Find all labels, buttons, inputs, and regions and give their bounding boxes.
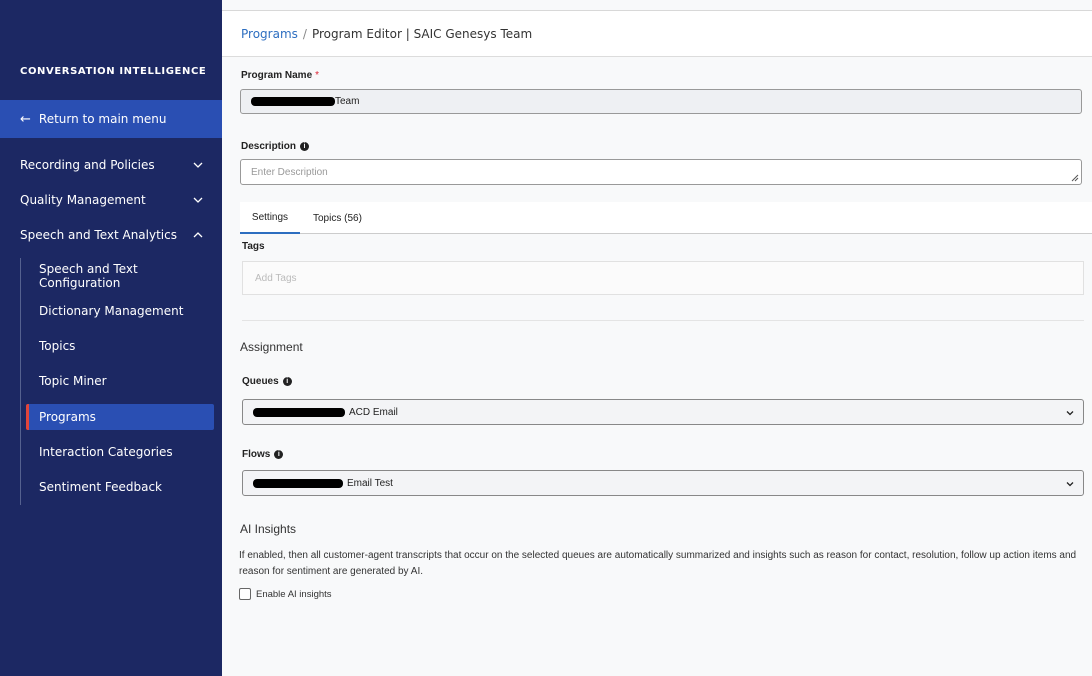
queues-label: Queues i xyxy=(242,376,292,387)
sidebar-group-label: Recording and Policies xyxy=(20,158,155,172)
description-placeholder: Enter Description xyxy=(251,167,328,178)
sidebar-group-label: Speech and Text Analytics xyxy=(20,228,177,242)
info-icon: i xyxy=(282,377,292,386)
chevron-down-icon xyxy=(193,197,203,203)
flows-value: Email Test xyxy=(347,477,393,489)
tags-label: Tags xyxy=(242,241,265,252)
flows-label: Flows i xyxy=(242,449,284,460)
sidebar-item-speech-and-text-configuration[interactable]: Speech and Text Configuration xyxy=(26,262,214,290)
tab-settings[interactable]: Settings xyxy=(240,202,300,234)
redaction-mark xyxy=(251,97,335,106)
sidebar: CONVERSATION INTELLIGENCE ← Return to ma… xyxy=(0,0,222,676)
enable-ai-insights-checkbox[interactable] xyxy=(239,588,251,600)
tab-bar: Settings Topics (56) xyxy=(240,202,1092,234)
flows-select[interactable]: Email Test xyxy=(242,470,1084,496)
program-name-label-text: Program Name xyxy=(241,70,313,81)
breadcrumb-separator: / xyxy=(302,27,307,41)
queues-value: ACD Email xyxy=(349,406,398,418)
sidebar-item-topics[interactable]: Topics xyxy=(26,333,214,359)
enable-ai-insights-row[interactable]: Enable AI insights xyxy=(239,588,332,600)
main-content: Programs / Program Editor | SAIC Genesys T… xyxy=(222,0,1092,676)
chevron-down-icon xyxy=(1066,482,1074,487)
section-divider xyxy=(242,320,1084,321)
resize-grip-icon[interactable] xyxy=(1071,174,1079,182)
description-label-text: Description xyxy=(241,141,297,152)
sidebar-item-topic-miner[interactable]: Topic Miner xyxy=(26,368,214,394)
return-to-main-menu-button[interactable]: ← Return to main menu xyxy=(0,100,222,138)
sidebar-item-interaction-categories[interactable]: Interaction Categories xyxy=(26,439,214,465)
ai-insights-heading: AI Insights xyxy=(240,522,297,536)
info-icon: i xyxy=(300,142,310,151)
tags-placeholder: Add Tags xyxy=(255,272,297,284)
tags-input[interactable]: Add Tags xyxy=(242,261,1084,295)
chevron-down-icon xyxy=(1066,411,1074,416)
sidebar-item-sentiment-feedback[interactable]: Sentiment Feedback xyxy=(26,474,214,500)
program-name-label: Program Name * xyxy=(241,70,319,81)
redaction-mark xyxy=(253,478,343,488)
breadcrumb-link-programs[interactable]: Programs xyxy=(241,27,298,41)
description-textarea[interactable]: Enter Description xyxy=(240,159,1082,185)
redaction-mark xyxy=(253,407,345,417)
breadcrumb-current: Program Editor | SAIC Genesys Team xyxy=(311,27,533,41)
chevron-down-icon xyxy=(193,162,203,168)
chevron-up-icon xyxy=(193,232,203,238)
return-label: Return to main menu xyxy=(38,112,167,126)
breadcrumb-bar: Programs / Program Editor | SAIC Genesys T… xyxy=(222,11,1092,57)
flows-label-text: Flows xyxy=(242,449,271,460)
sidebar-group-recording-and-policies[interactable]: Recording and Policies xyxy=(0,150,222,180)
queues-select[interactable]: ACD Email xyxy=(242,399,1084,425)
sidebar-group-quality-management[interactable]: Quality Management xyxy=(0,185,222,215)
arrow-left-icon: ← xyxy=(20,111,31,127)
assignment-heading: Assignment xyxy=(240,340,303,354)
queues-label-text: Queues xyxy=(242,376,279,387)
program-name-input[interactable]: Team xyxy=(240,89,1082,114)
required-marker: * xyxy=(315,70,320,81)
sidebar-heading: CONVERSATION INTELLIGENCE xyxy=(20,66,207,77)
sidebar-group-label: Quality Management xyxy=(20,193,146,207)
sidebar-group-speech-and-text-analytics[interactable]: Speech and Text Analytics xyxy=(0,220,222,250)
enable-ai-insights-label[interactable]: Enable AI insights xyxy=(256,589,332,600)
tab-topics[interactable]: Topics (56) xyxy=(313,202,365,234)
sidebar-item-programs[interactable]: Programs xyxy=(26,404,214,430)
sidebar-item-dictionary-management[interactable]: Dictionary Management xyxy=(26,298,214,324)
breadcrumb: Programs / Program Editor | SAIC Genesys T… xyxy=(241,27,532,41)
description-label: Description i xyxy=(241,141,310,152)
info-icon: i xyxy=(274,450,284,459)
ai-insights-description: If enabled, then all customer-agent tran… xyxy=(239,550,1077,577)
program-name-value: Team xyxy=(335,96,360,107)
submenu-guide-line xyxy=(20,258,21,505)
